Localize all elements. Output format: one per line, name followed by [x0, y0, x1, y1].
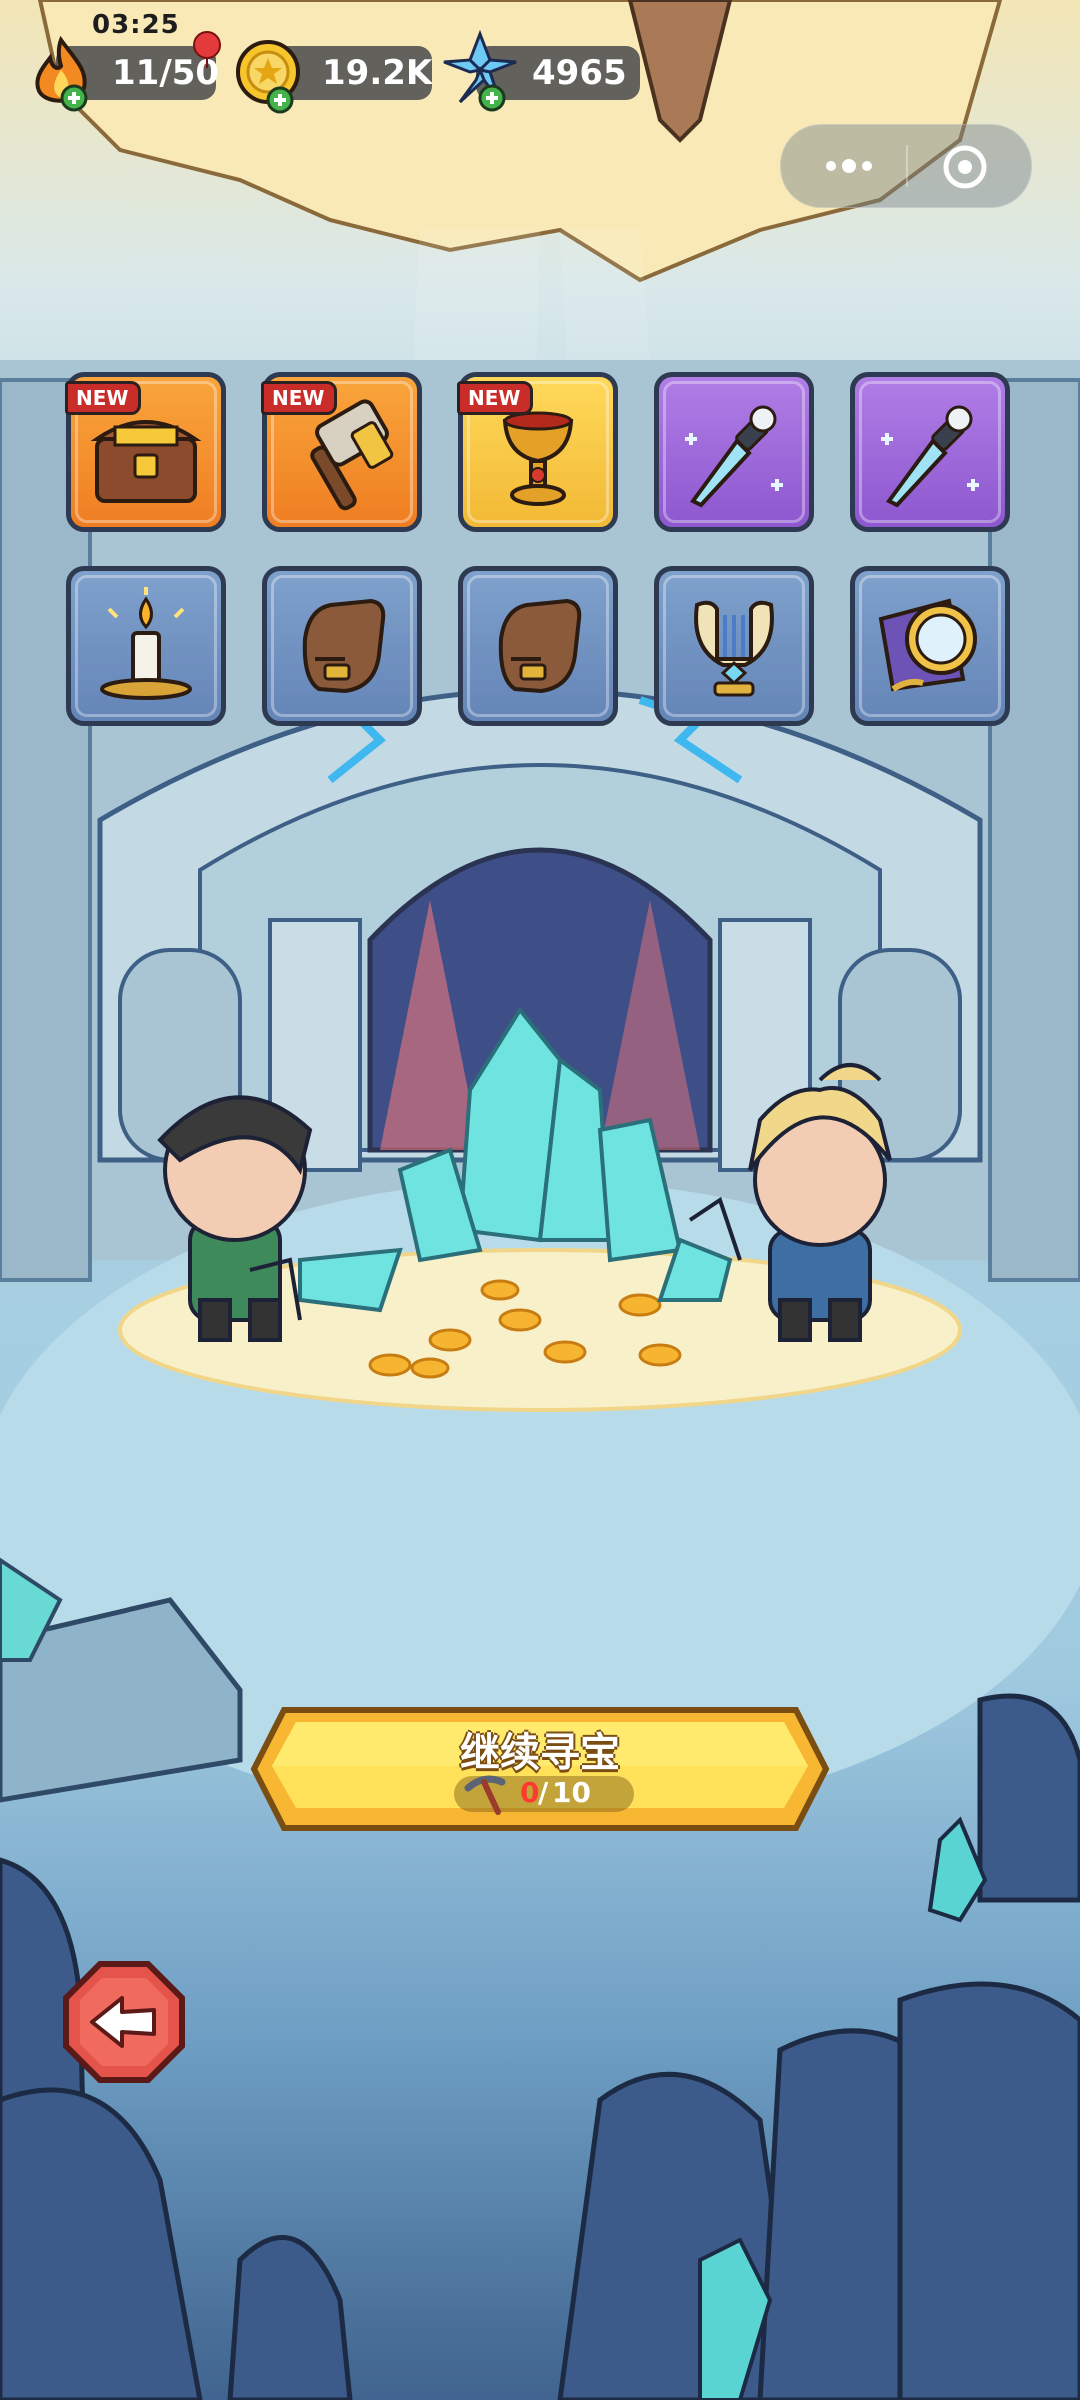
- golden-lyre-icon: [694, 600, 774, 697]
- reward-slot-magic-mirror[interactable]: [850, 566, 1010, 726]
- reward-slot-frost-dagger-2[interactable]: [850, 372, 1010, 532]
- reward-slot-treasure-chest[interactable]: NEW: [65, 372, 226, 532]
- game-screen: 03:25 11/50 19.2K 4965 NEW NEW NEW 继续寻宝 …: [0, 0, 1080, 2400]
- continue-button-label: 继续寻宝: [460, 1730, 620, 1776]
- pickaxe-max: 10: [552, 1776, 591, 1809]
- frost-dagger-icon: [685, 405, 783, 508]
- continue-treasure-hunt-button[interactable]: 继续寻宝 0 / 10: [244, 1704, 836, 1834]
- reward-slot-leather-glove-1[interactable]: [262, 566, 422, 726]
- reward-slot-war-hammer[interactable]: NEW: [261, 372, 422, 532]
- candle-icon: [100, 587, 192, 700]
- gold-value: 19.2K: [322, 53, 433, 93]
- more-dots-icon[interactable]: [821, 151, 877, 181]
- flame-icon: [35, 36, 88, 112]
- clock-time: 03:25: [92, 10, 180, 40]
- leather-glove-icon: [498, 598, 582, 694]
- pickaxe-counter: 0 / 10: [454, 1775, 634, 1815]
- back-arrow-button[interactable]: [62, 1960, 186, 2084]
- reward-slot-candle[interactable]: [66, 566, 226, 726]
- mini-program-capsule: [780, 124, 1032, 208]
- reward-slot-golden-lyre[interactable]: [654, 566, 814, 726]
- reward-slot-golden-chalice[interactable]: NEW: [457, 372, 618, 532]
- new-badge: NEW: [261, 381, 338, 415]
- top-hud: 03:25 11/50 19.2K 4965: [0, 0, 1080, 130]
- leather-glove-icon: [302, 598, 386, 694]
- magic-mirror-icon: [878, 598, 977, 692]
- pickaxe-current: 0: [520, 1776, 540, 1809]
- red-notification-balloon-icon: [193, 31, 221, 68]
- reward-slot-frost-dagger-1[interactable]: [654, 372, 814, 532]
- reward-slot-leather-glove-2[interactable]: [458, 566, 618, 726]
- crystal-value: 4965: [532, 53, 627, 93]
- frost-dagger-icon: [881, 405, 979, 508]
- new-badge: NEW: [457, 381, 534, 415]
- capsule-divider: [906, 145, 908, 187]
- blue-crystal-icon: [443, 30, 517, 112]
- pickaxe-icon: [464, 1775, 506, 1815]
- gold-coin-icon: [236, 40, 300, 114]
- pickaxe-separator: /: [538, 1776, 549, 1809]
- new-badge: NEW: [65, 381, 142, 415]
- target-close-icon[interactable]: [941, 143, 989, 191]
